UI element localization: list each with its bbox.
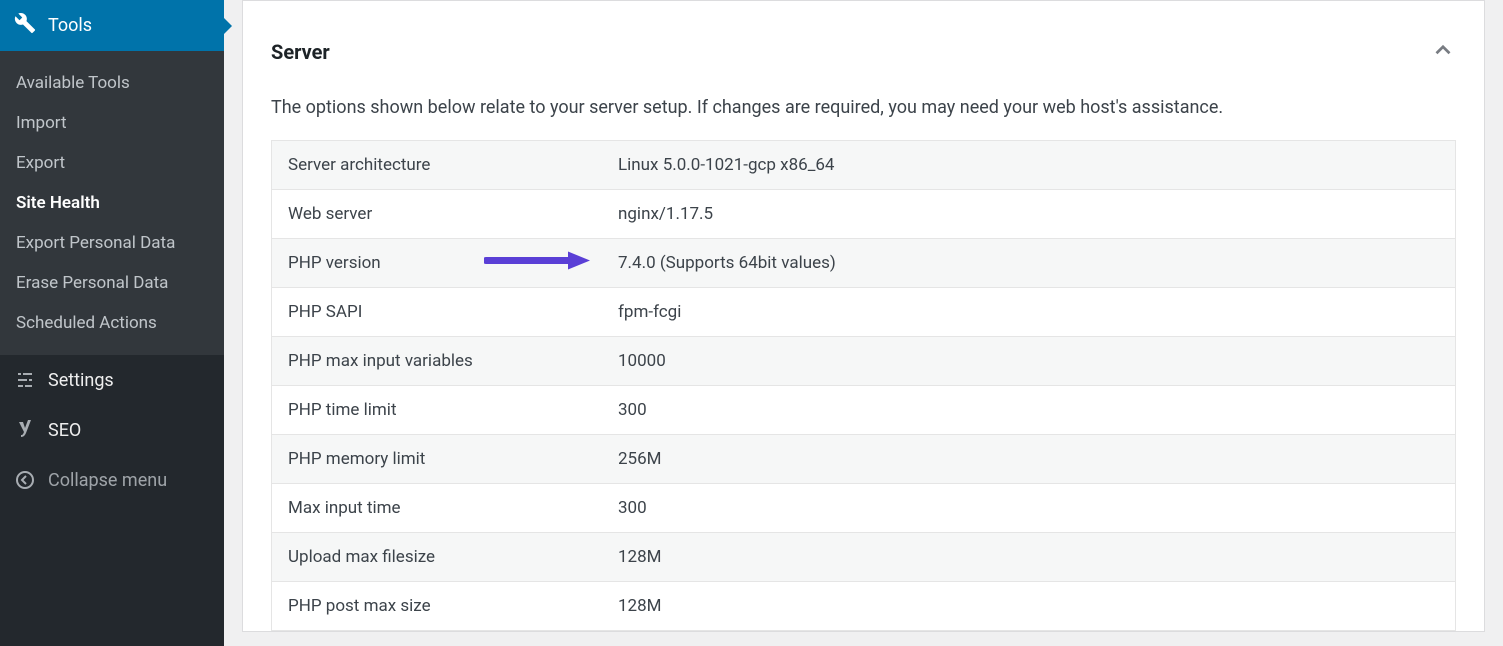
row-label: Max input time (288, 498, 618, 518)
server-panel: Server The options shown below relate to… (242, 0, 1485, 632)
row-value: 128M (618, 547, 1439, 567)
sidebar-item-label: Export Personal Data (16, 233, 175, 253)
sidebar-item-label: Available Tools (16, 73, 130, 93)
table-row: PHP version7.4.0 (Supports 64bit values) (272, 239, 1455, 288)
sidebar-item-settings[interactable]: Settings (0, 355, 224, 405)
row-value: 7.4.0 (Supports 64bit values) (618, 253, 1439, 273)
table-row: Server architectureLinux 5.0.0-1021-gcp … (272, 141, 1455, 190)
panel-title: Server (271, 40, 330, 64)
sidebar-collapse-menu[interactable]: Collapse menu (0, 455, 224, 505)
sidebar-item-available-tools[interactable]: Available Tools (0, 63, 224, 103)
sidebar-item-scheduled-actions[interactable]: Scheduled Actions (0, 303, 224, 343)
panel-description: The options shown below relate to your s… (243, 87, 1484, 140)
table-row: Upload max filesize128M (272, 533, 1455, 582)
table-row: PHP SAPIfpm-fcgi (272, 288, 1455, 337)
row-value: Linux 5.0.0-1021-gcp x86_64 (618, 155, 1439, 175)
yoast-icon (14, 419, 36, 441)
admin-sidebar: Tools Available Tools Import Export Site… (0, 0, 224, 646)
sidebar-item-label: Export (16, 153, 65, 173)
panel-header[interactable]: Server (243, 25, 1484, 87)
wrench-icon (14, 12, 36, 39)
row-value: 256M (618, 449, 1439, 469)
table-row: Web servernginx/1.17.5 (272, 190, 1455, 239)
sidebar-item-export-personal-data[interactable]: Export Personal Data (0, 223, 224, 263)
sidebar-tools-submenu: Available Tools Import Export Site Healt… (0, 51, 224, 355)
chevron-up-icon (1430, 37, 1456, 67)
row-value: 300 (618, 498, 1439, 518)
row-value: 128M (618, 596, 1439, 616)
row-value: fpm-fcgi (618, 302, 1439, 322)
sidebar-item-erase-personal-data[interactable]: Erase Personal Data (0, 263, 224, 303)
collapse-icon (14, 469, 36, 491)
row-label: PHP post max size (288, 596, 618, 616)
sidebar-item-export[interactable]: Export (0, 143, 224, 183)
row-label: PHP max input variables (288, 351, 618, 371)
row-label: PHP time limit (288, 400, 618, 420)
sliders-icon (14, 369, 36, 391)
sidebar-item-import[interactable]: Import (0, 103, 224, 143)
table-row: PHP time limit300 (272, 386, 1455, 435)
sidebar-item-label: Scheduled Actions (16, 313, 157, 333)
sidebar-item-label: Import (16, 113, 67, 133)
sidebar-item-label: Site Health (16, 193, 100, 213)
row-value: 10000 (618, 351, 1439, 371)
sidebar-tools-header[interactable]: Tools (0, 0, 224, 51)
sidebar-item-label: Erase Personal Data (16, 273, 168, 293)
row-value: 300 (618, 400, 1439, 420)
main-content: Server The options shown below relate to… (224, 0, 1503, 646)
table-row: Max input time300 (272, 484, 1455, 533)
table-row: PHP max input variables10000 (272, 337, 1455, 386)
row-value: nginx/1.17.5 (618, 204, 1439, 224)
sidebar-item-site-health[interactable]: Site Health (0, 183, 224, 223)
row-label: PHP memory limit (288, 449, 618, 469)
row-label: PHP SAPI (288, 302, 618, 322)
sidebar-settings-label: Settings (48, 370, 114, 391)
table-row: PHP memory limit256M (272, 435, 1455, 484)
table-row: PHP post max size128M (272, 582, 1455, 631)
row-label: Web server (288, 204, 618, 224)
sidebar-item-seo[interactable]: SEO (0, 405, 224, 455)
row-label: Server architecture (288, 155, 618, 175)
row-label: Upload max filesize (288, 547, 618, 567)
sidebar-tools-label: Tools (48, 15, 92, 36)
sidebar-seo-label: SEO (48, 420, 81, 441)
server-info-table: Server architectureLinux 5.0.0-1021-gcp … (271, 140, 1456, 631)
sidebar-collapse-label: Collapse menu (48, 470, 167, 491)
row-label: PHP version (288, 253, 618, 273)
